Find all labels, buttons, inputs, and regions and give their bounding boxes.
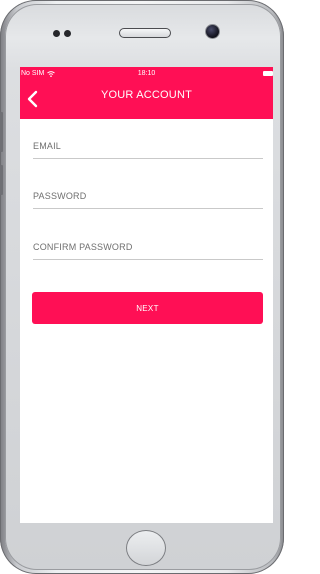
app-screen: No SIM 18:10 YOUR ACCOUNT N — [20, 67, 273, 523]
nav-bar: YOUR ACCOUNT — [20, 81, 273, 119]
earpiece-speaker — [119, 28, 171, 38]
battery-icon — [263, 71, 273, 76]
volume-button — [0, 112, 3, 152]
side-button — [0, 165, 3, 195]
status-bar: No SIM 18:10 — [20, 67, 273, 81]
sensor-icon — [64, 30, 71, 37]
phone-mockup: No SIM 18:10 YOUR ACCOUNT N — [0, 0, 284, 574]
password-field-container — [33, 186, 263, 209]
next-button[interactable]: NEXT — [32, 292, 263, 324]
email-field-container — [33, 136, 263, 159]
email-field[interactable] — [33, 137, 263, 155]
status-time: 18:10 — [137, 70, 156, 77]
home-button — [126, 530, 166, 566]
page-title: YOUR ACCOUNT — [100, 89, 193, 101]
confirm-password-field-container — [33, 237, 263, 260]
sensor-icon — [53, 30, 60, 37]
password-field[interactable] — [33, 187, 263, 205]
confirm-password-field[interactable] — [33, 238, 263, 256]
front-camera-icon — [205, 24, 220, 39]
